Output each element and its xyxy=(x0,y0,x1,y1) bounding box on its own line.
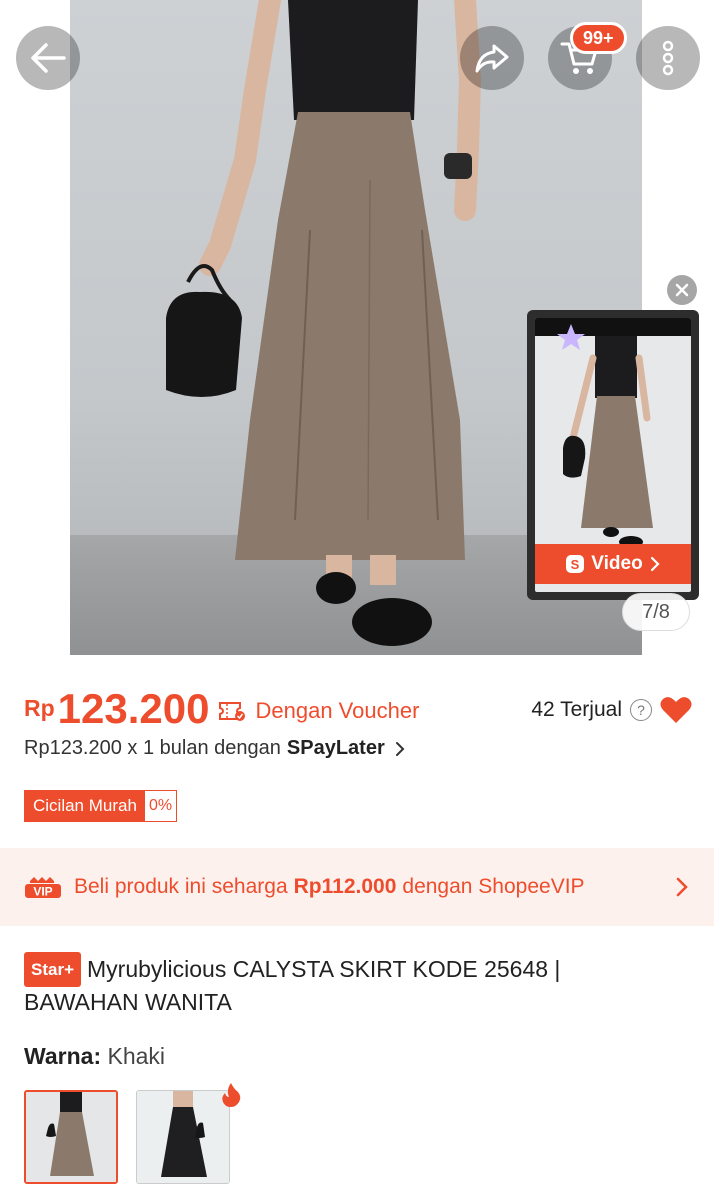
sold-count: 42 Terjual ? xyxy=(531,696,692,724)
voucher-ticket-icon xyxy=(218,702,245,721)
vip-price: Rp112.000 xyxy=(293,875,397,898)
paylater-text: Rp123.200 x 1 bulan dengan xyxy=(24,737,281,759)
paylater-info[interactable]: Rp123.200 x 1 bulan dengan SPayLater xyxy=(24,737,407,760)
video-preview[interactable]: S Video xyxy=(527,310,699,600)
price-row: Rp 123.200 Dengan Voucher 42 Terjual ? xyxy=(24,680,692,730)
svg-text:VIP: VIP xyxy=(33,885,52,899)
cart-count-badge: 99+ xyxy=(570,22,627,54)
more-options-button[interactable] xyxy=(636,26,700,90)
variant-label: Warna: xyxy=(24,1043,102,1069)
chevron-right-icon xyxy=(395,741,405,756)
close-video-button[interactable] xyxy=(667,275,697,305)
variant-value: Khaki xyxy=(107,1043,166,1069)
hot-flame-icon xyxy=(222,1083,241,1107)
color-variant-label: Warna: Khaki xyxy=(24,1043,165,1070)
close-icon xyxy=(675,283,689,297)
paylater-brand: SPayLater xyxy=(286,737,385,759)
sold-label: 42 Terjual xyxy=(531,698,622,721)
star-plus-badge: Star+ xyxy=(24,952,81,987)
color-swatch-black[interactable] xyxy=(136,1090,230,1184)
image-counter: 7/8 xyxy=(622,593,690,631)
more-vertical-icon xyxy=(662,40,674,76)
vip-crown-icon: VIP xyxy=(25,877,61,899)
video-button-label: Video xyxy=(591,553,643,574)
vip-text-before: Beli produk ini seharga xyxy=(74,875,288,898)
chevron-right-icon xyxy=(676,877,688,897)
heart-icon[interactable] xyxy=(660,696,692,724)
shopee-vip-banner[interactable]: VIP Beli produk ini seharga Rp112.000 de… xyxy=(0,848,714,926)
arrow-left-icon xyxy=(31,43,66,73)
help-icon[interactable]: ? xyxy=(630,699,652,721)
share-arrow-icon xyxy=(475,44,509,73)
color-swatch-khaki[interactable] xyxy=(24,1090,118,1184)
installment-badge: Cicilan Murah 0% xyxy=(24,790,178,822)
svg-text:S: S xyxy=(571,557,580,572)
video-thumbnail: S Video xyxy=(535,318,691,592)
voucher-info[interactable]: Dengan Voucher xyxy=(218,698,420,724)
installment-rate: 0% xyxy=(148,797,173,814)
voucher-label: Dengan Voucher xyxy=(255,698,420,723)
chevron-right-icon xyxy=(650,556,660,572)
installment-label: Cicilan Murah xyxy=(25,791,145,821)
price-amount: 123.200 xyxy=(57,685,210,732)
product-image-gallery[interactable]: 99+ S Video 7/8 xyxy=(0,0,714,655)
vip-text-after: dengan ShopeeVIP xyxy=(402,875,585,898)
share-button[interactable] xyxy=(460,26,524,90)
shopee-video-icon: S xyxy=(566,555,585,573)
back-button[interactable] xyxy=(16,26,80,90)
product-title-text: Myrubylicious CALYSTA SKIRT KODE 25648 |… xyxy=(24,956,561,1015)
swatch-image-khaki xyxy=(26,1092,116,1182)
price-currency: Rp xyxy=(24,695,55,721)
video-button[interactable]: S Video xyxy=(535,544,691,584)
product-title: Star+ Myrubylicious CALYSTA SKIRT KODE 25… xyxy=(24,952,664,1018)
swatch-image-black xyxy=(137,1091,229,1183)
